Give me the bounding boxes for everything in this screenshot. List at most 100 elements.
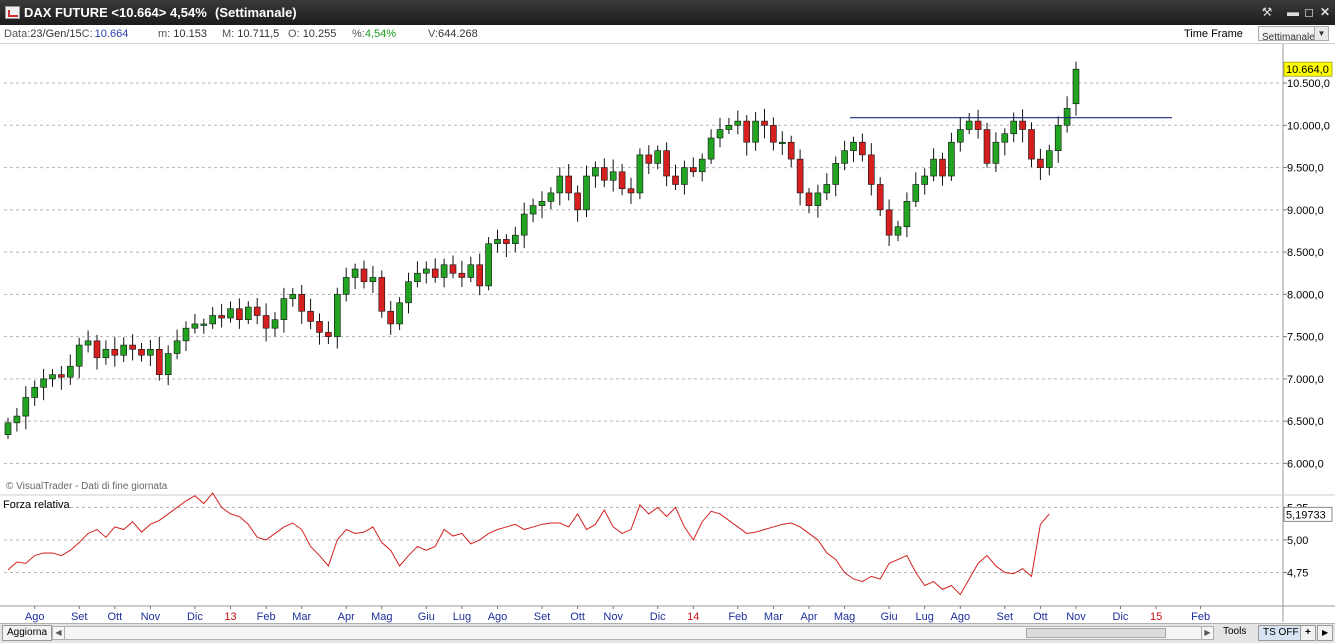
candle-down bbox=[218, 315, 225, 319]
candle-down bbox=[743, 120, 751, 143]
candle-up bbox=[342, 277, 350, 295]
candle-up bbox=[814, 192, 822, 206]
time-tick-label: 13 bbox=[224, 611, 236, 623]
candle-up bbox=[1063, 108, 1071, 126]
time-tick-label: Ago bbox=[951, 611, 971, 623]
candle-up bbox=[636, 154, 644, 194]
candle-up bbox=[333, 294, 341, 337]
candle-up bbox=[965, 120, 973, 130]
candle-up bbox=[1046, 150, 1053, 168]
candle-up bbox=[182, 327, 190, 342]
last-price-label: 10.664,0 bbox=[1286, 64, 1329, 76]
candle-down bbox=[325, 332, 332, 337]
time-tick-label: Nov bbox=[1066, 611, 1086, 623]
price-tick-label: 7.500,0 bbox=[1287, 332, 1324, 344]
add-button[interactable]: + bbox=[1300, 625, 1316, 641]
candle-up bbox=[520, 213, 528, 236]
rs-last-value-label: 5,19733 bbox=[1286, 509, 1326, 521]
candle-up bbox=[4, 422, 12, 435]
candle-down bbox=[663, 150, 670, 177]
candle-down bbox=[138, 349, 145, 356]
candle-down bbox=[787, 141, 795, 160]
time-tick-label: Giu bbox=[881, 611, 898, 623]
candle-down bbox=[627, 188, 635, 194]
candle-up bbox=[583, 175, 590, 211]
time-tick-label: Set bbox=[71, 611, 88, 623]
scroll-right-icon[interactable]: ▶ bbox=[1201, 627, 1213, 639]
candle-up bbox=[956, 129, 964, 143]
candle-up bbox=[707, 137, 715, 160]
time-tick-label: Set bbox=[534, 611, 551, 623]
candle-up bbox=[120, 344, 127, 356]
rs-tick-label: 5,00 bbox=[1287, 535, 1308, 547]
candle-up bbox=[173, 340, 181, 354]
candle-up bbox=[716, 129, 724, 139]
chart-watermark: © VisualTrader - Dati di fine giornata bbox=[6, 481, 168, 492]
time-tick-label: Dic bbox=[1113, 611, 1129, 623]
candle-up bbox=[440, 264, 448, 278]
candle-down bbox=[600, 167, 608, 181]
candle-up bbox=[1010, 120, 1018, 135]
candle-down bbox=[574, 192, 581, 211]
time-tick-label: Apr bbox=[338, 611, 355, 623]
candle-down bbox=[1028, 129, 1035, 160]
candle-down bbox=[298, 294, 306, 312]
time-tick-label: Ott bbox=[1033, 611, 1048, 623]
time-tick-label: Lug bbox=[453, 611, 471, 623]
candle-up bbox=[147, 349, 154, 356]
candle-up bbox=[369, 277, 377, 282]
candle-up bbox=[40, 378, 47, 388]
candle-up bbox=[414, 272, 421, 282]
candle-down bbox=[316, 321, 323, 333]
time-tick-label: 15 bbox=[1150, 611, 1162, 623]
candle-up bbox=[467, 264, 475, 278]
refresh-button[interactable]: Aggiorna bbox=[2, 625, 53, 641]
candle-down bbox=[58, 374, 65, 378]
candle-up bbox=[547, 192, 555, 202]
candle-up bbox=[698, 158, 706, 173]
candle-up bbox=[84, 340, 92, 346]
scroll-right-icon[interactable]: ▶ bbox=[1317, 625, 1334, 641]
candle-down bbox=[156, 349, 163, 375]
time-tick-label: Dic bbox=[650, 611, 666, 623]
chart-canvas[interactable]: 6.000,0 6.500,0 7.000,0 7.500,0 8.000,0 8.500… bbox=[0, 0, 1335, 623]
candle-up bbox=[778, 141, 786, 145]
time-axis: Ago Set Ott Nov Dic 13 Feb Mar Apr Mag Giu Lug Ago Se… bbox=[25, 606, 1210, 623]
candle-up bbox=[494, 239, 501, 244]
scroll-left-icon[interactable]: ◀ bbox=[53, 627, 65, 639]
tools-button[interactable]: Tools bbox=[1219, 625, 1250, 639]
candle-up bbox=[13, 415, 21, 424]
candle-down bbox=[378, 277, 386, 312]
candle-up bbox=[102, 349, 110, 359]
candle-down bbox=[672, 175, 679, 185]
scrollbar-thumb[interactable] bbox=[1026, 628, 1166, 638]
rs-series bbox=[7, 492, 1050, 596]
candle-down bbox=[761, 120, 768, 126]
candle-up bbox=[912, 184, 920, 202]
ts-toggle-button[interactable]: TS OFF bbox=[1258, 625, 1304, 641]
time-tick-label: Ago bbox=[25, 611, 45, 623]
horizontal-scrollbar[interactable]: ◀ ▶ bbox=[52, 626, 1214, 640]
candle-up bbox=[191, 323, 199, 329]
price-tick-label: 9.000,0 bbox=[1287, 205, 1324, 217]
candle-up bbox=[1054, 125, 1062, 151]
candle-up bbox=[850, 141, 857, 151]
candle-up bbox=[75, 344, 83, 367]
candle-up bbox=[200, 323, 208, 326]
time-tick-label: Ott bbox=[570, 611, 585, 623]
candle-up bbox=[609, 171, 617, 181]
candle-down bbox=[859, 141, 866, 156]
candle-up bbox=[903, 201, 911, 228]
candle-down bbox=[867, 154, 875, 185]
candle-up bbox=[351, 268, 359, 278]
time-tick-label: Mar bbox=[764, 611, 783, 623]
candle-down bbox=[770, 125, 777, 143]
rs-grid bbox=[4, 506, 1281, 573]
time-tick-label: Ott bbox=[107, 611, 122, 623]
time-tick-label: Ago bbox=[488, 611, 508, 623]
candle-up bbox=[164, 353, 172, 375]
candle-up bbox=[209, 315, 216, 325]
bottom-toolbar: Aggiorna ◀ ▶ Tools TS OFF + ▶ bbox=[0, 623, 1335, 643]
candle-down bbox=[805, 192, 813, 206]
candle-up bbox=[592, 167, 599, 177]
